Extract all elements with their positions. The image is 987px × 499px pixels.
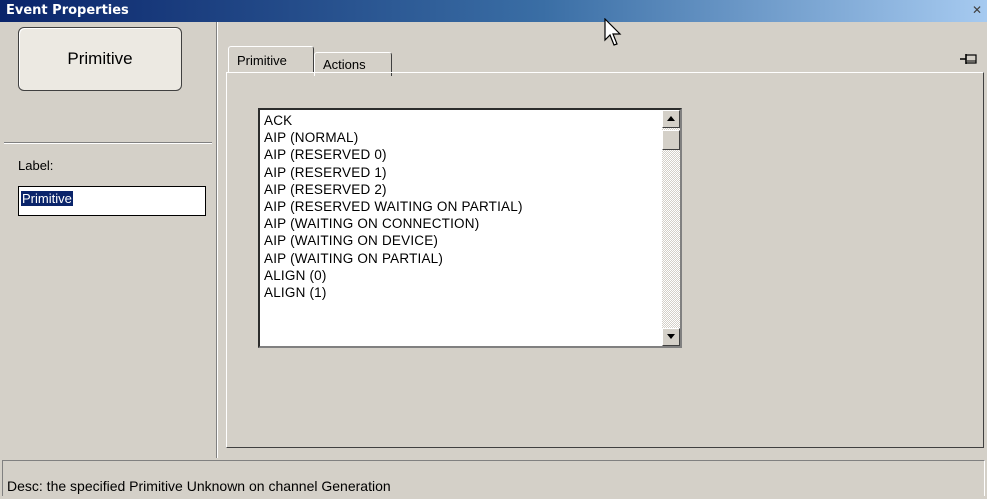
label-field-value: Primitive (21, 191, 73, 206)
primitive-list: ACK AIP (NORMAL) AIP (RESERVED 0) AIP (R… (264, 112, 658, 301)
scroll-down-button[interactable] (662, 328, 680, 346)
status-bar: Desc: the specified Primitive Unknown on… (2, 460, 985, 496)
list-item[interactable]: AIP (NORMAL) (264, 129, 658, 146)
list-item[interactable]: ALIGN (1) (264, 284, 658, 301)
label-field[interactable]: Primitive (18, 186, 206, 216)
vertical-scrollbar[interactable] (662, 110, 680, 346)
pin-icon[interactable] (960, 52, 980, 66)
separator (4, 142, 212, 144)
list-item[interactable]: AIP (WAITING ON PARTIAL) (264, 250, 658, 267)
list-item[interactable]: AIP (WAITING ON DEVICE) (264, 232, 658, 249)
scrollbar-thumb[interactable] (662, 130, 680, 150)
arrow-up-icon (667, 116, 675, 121)
close-button[interactable]: ✕ (969, 2, 985, 19)
tab-primitive[interactable]: Primitive (228, 46, 314, 73)
mouse-cursor-icon (604, 18, 622, 46)
title-bar[interactable]: Event Properties ✕ (0, 0, 987, 22)
status-text: Desc: the specified Primitive Unknown on… (7, 478, 391, 494)
list-item[interactable]: AIP (RESERVED WAITING ON PARTIAL) (264, 198, 658, 215)
primitive-listbox[interactable]: ACK AIP (NORMAL) AIP (RESERVED 0) AIP (R… (258, 108, 682, 348)
arrow-down-icon (667, 334, 675, 339)
primitive-shape-button[interactable]: Primitive (18, 27, 182, 91)
list-item[interactable]: AIP (RESERVED 0) (264, 146, 658, 163)
window-title: Event Properties (6, 3, 129, 18)
scroll-up-button[interactable] (662, 110, 680, 128)
list-item[interactable]: ALIGN (0) (264, 267, 658, 284)
label-caption: Label: (18, 158, 54, 173)
list-item[interactable]: AIP (RESERVED 1) (264, 164, 658, 181)
list-item[interactable]: AIP (RESERVED 2) (264, 181, 658, 198)
list-item[interactable]: AIP (WAITING ON CONNECTION) (264, 215, 658, 232)
panel-splitter[interactable] (216, 22, 218, 458)
list-item[interactable]: ACK (264, 112, 658, 129)
